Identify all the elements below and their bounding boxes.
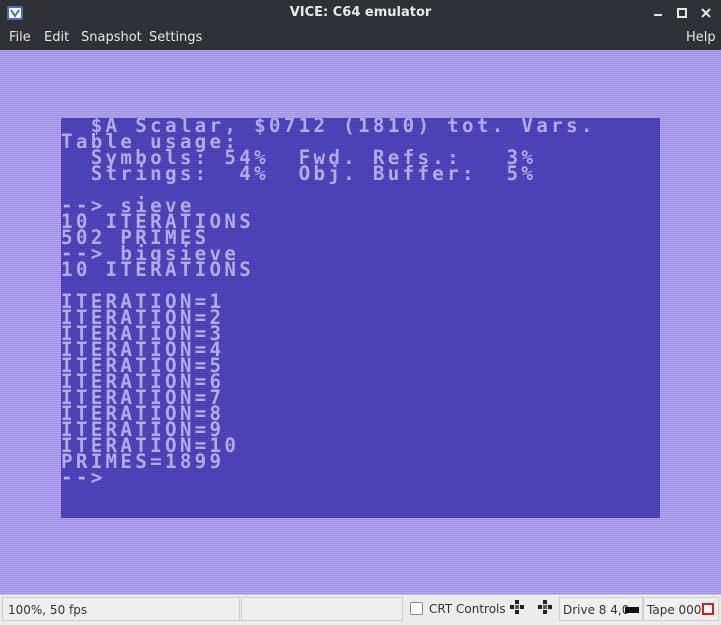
menu-help[interactable]: Help <box>686 26 716 50</box>
joystick-port-icon[interactable] <box>509 599 525 615</box>
menu-settings[interactable]: Settings <box>149 26 202 50</box>
emulator-display[interactable]: $A Scalar, $0712 (1810) tot. Vars. Table… <box>0 50 721 594</box>
menu-file[interactable]: File <box>9 26 31 50</box>
menu-edit[interactable]: Edit <box>44 26 69 50</box>
drive-status-label: Drive 8 4,0 <box>563 603 630 617</box>
vice-window: VICE: C64 emulator File Edit Snapshot Se… <box>0 0 721 625</box>
tape-led-icon <box>702 603 714 615</box>
menu-snapshot[interactable]: Snapshot <box>81 26 142 50</box>
screen-line: 10 ITERATIONS <box>61 258 255 281</box>
status-bar: 100%, 50 fps CRT Controls Drive 8 4,0 Ta <box>0 594 721 625</box>
tape-status-panel[interactable]: Tape 000 <box>643 597 719 621</box>
crt-controls-checkbox[interactable] <box>410 602 423 615</box>
screen-line: Strings: 4% Obj. Buffer: 5% <box>61 162 537 185</box>
screen-line: --> <box>61 466 106 489</box>
maximize-icon[interactable] <box>674 5 690 21</box>
tape-status-label: Tape 000 <box>647 603 702 617</box>
crt-controls-label: CRT Controls <box>429 602 506 616</box>
speed-readout: 100%, 50 fps <box>8 603 88 617</box>
c64-screen[interactable]: $A Scalar, $0712 (1810) tot. Vars. Table… <box>61 118 660 518</box>
drive-status-panel[interactable]: Drive 8 4,0 <box>559 597 643 621</box>
title-bar[interactable]: VICE: C64 emulator <box>0 0 721 26</box>
window-title: VICE: C64 emulator <box>289 5 432 20</box>
minimize-icon[interactable] <box>650 5 666 21</box>
crt-controls-toggle[interactable]: CRT Controls <box>404 597 506 621</box>
drive-led-icon <box>625 607 639 613</box>
message-panel <box>241 597 403 621</box>
speed-panel: 100%, 50 fps <box>2 597 240 621</box>
vice-app-icon[interactable] <box>6 4 24 22</box>
joystick-port-icon[interactable] <box>537 599 553 615</box>
menu-bar: File Edit Snapshot Settings Help <box>0 26 721 50</box>
close-icon[interactable] <box>698 5 714 21</box>
